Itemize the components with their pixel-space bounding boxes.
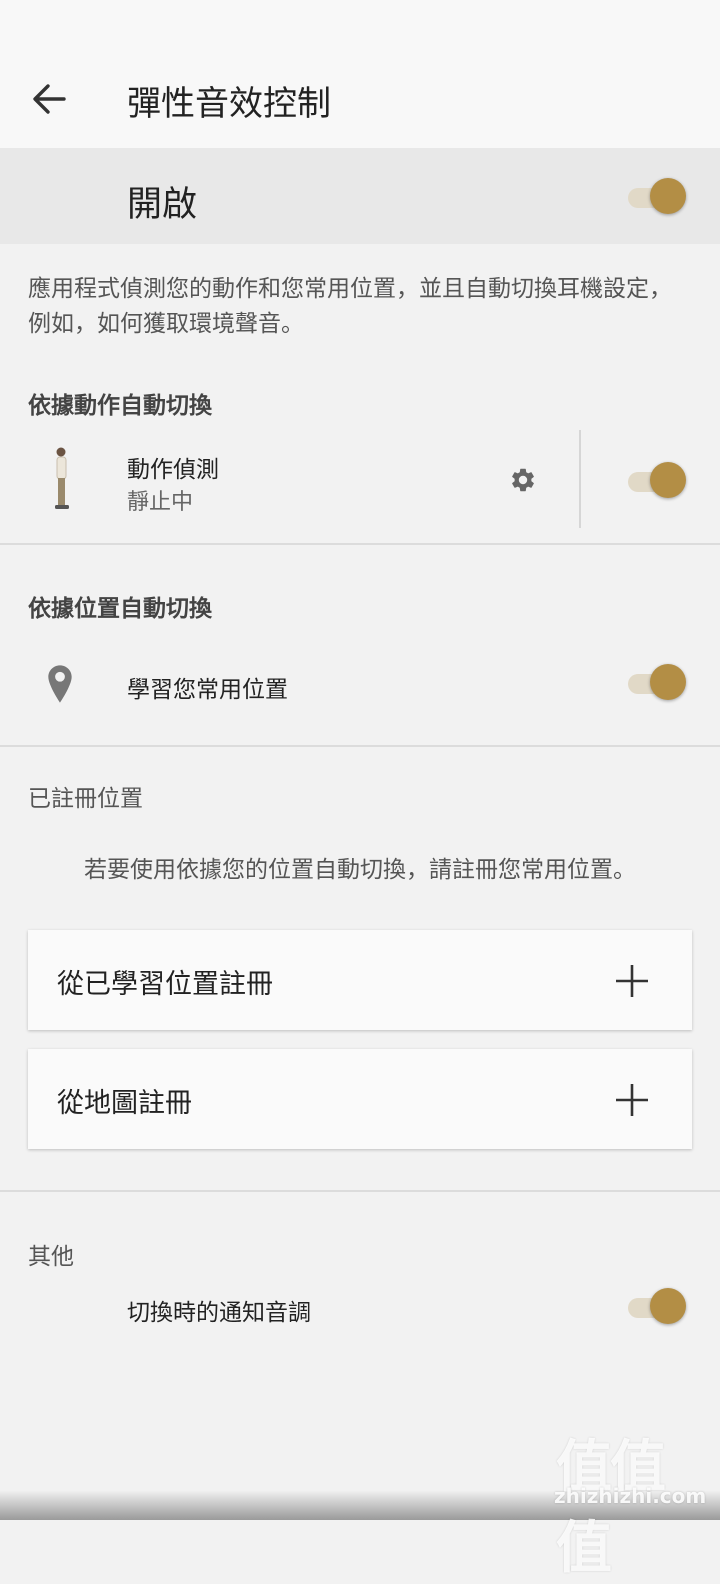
standing-person-icon — [55, 447, 69, 509]
registered-hint: 若要使用依據您的位置自動切換，請註冊您常用位置。 — [84, 857, 636, 883]
location-pin-icon — [48, 665, 72, 703]
registered-section-heading: 已註冊位置 — [28, 786, 143, 812]
section-divider — [0, 543, 720, 545]
register-from-map-button[interactable]: 從地圖註冊 — [28, 1049, 692, 1149]
section-divider — [0, 745, 720, 747]
learn-location-title: 學習您常用位置 — [127, 677, 288, 703]
back-button[interactable] — [22, 74, 76, 124]
card-label: 從已學習位置註冊 — [57, 969, 273, 1000]
motion-detection-title: 動作偵測 — [127, 457, 219, 483]
section-divider — [0, 1190, 720, 1192]
master-toggle[interactable] — [628, 178, 688, 216]
motion-detection-toggle[interactable] — [628, 462, 688, 500]
notification-tone-toggle[interactable] — [628, 1288, 688, 1326]
watermark: 值值值 zhizhizhi.com — [548, 1422, 714, 1581]
other-section-heading: 其他 — [28, 1244, 74, 1270]
gear-icon[interactable] — [509, 466, 537, 494]
feature-description: 應用程式偵測您的動作和您常用位置，並且自動切換耳機設定，例如，如何獲取環境聲音。 — [28, 276, 672, 337]
motion-section-heading: 依據動作自動切換 — [28, 393, 212, 419]
app-bar: 彈性音效控制 — [0, 0, 720, 148]
toggle-thumb — [650, 1288, 686, 1324]
master-switch-row[interactable]: 開啟 — [0, 148, 720, 244]
learn-location-toggle[interactable] — [628, 664, 688, 702]
vertical-divider — [579, 430, 581, 528]
back-arrow-icon — [33, 84, 66, 114]
notification-tone-title[interactable]: 切換時的通知音調 — [127, 1293, 311, 1327]
master-switch-label: 開啟 — [127, 185, 198, 225]
location-section-heading: 依據位置自動切換 — [28, 596, 212, 622]
plus-icon — [616, 1084, 648, 1116]
page-title: 彈性音效控制 — [127, 84, 331, 124]
toggle-thumb — [650, 664, 686, 700]
register-from-learned-button[interactable]: 從已學習位置註冊 — [28, 930, 692, 1030]
motion-detection-status: 靜止中 — [127, 490, 194, 515]
card-label: 從地圖註冊 — [57, 1088, 192, 1119]
toggle-thumb — [650, 462, 686, 498]
watermark-url: zhizhizhi.com — [554, 1484, 707, 1508]
plus-icon — [616, 965, 648, 997]
toggle-thumb — [650, 178, 686, 214]
